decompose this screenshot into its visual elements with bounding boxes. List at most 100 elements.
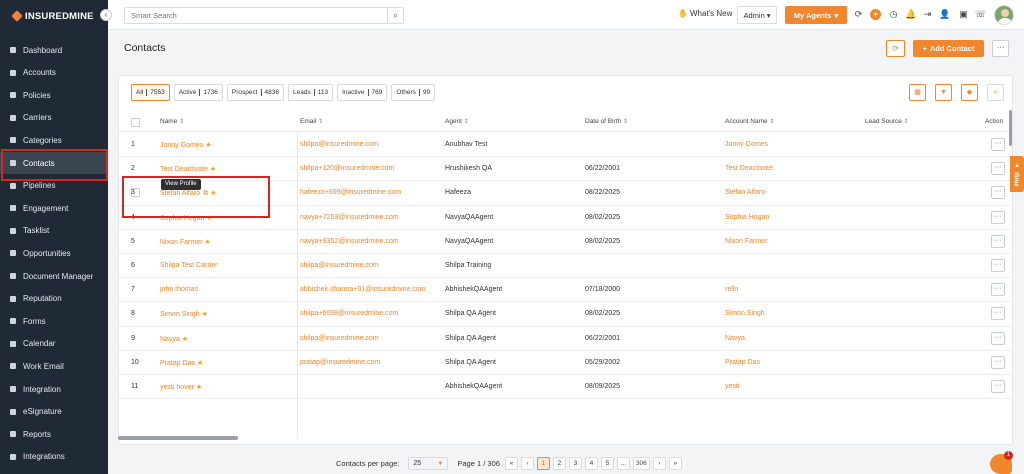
contact-name-link[interactable]: Nixon Farmer ★ — [160, 238, 211, 246]
sidebar-item-forms[interactable]: Forms — [0, 310, 108, 332]
sidebar-item-tasklist[interactable]: Tasklist — [0, 220, 108, 242]
table-row[interactable]: 10 Pratap Das ★ pratap@insuredmine.com Shilp… — [119, 351, 1012, 375]
sidebar-item-calendar[interactable]: Calendar — [0, 333, 108, 355]
page-button[interactable]: 2 — [552, 457, 566, 470]
sidebar-item-integrations[interactable]: Integrations — [0, 446, 108, 468]
email-link[interactable]: hafeeza+699@insuredmine.com — [300, 189, 401, 196]
vertical-scrollbar[interactable] — [1009, 110, 1012, 146]
star-icon[interactable]: ★ — [197, 360, 203, 367]
plus-circle-icon[interactable]: + — [870, 9, 881, 20]
row-action-button[interactable]: ··· — [991, 259, 1005, 273]
contact-name-link[interactable]: Pratap Das ★ — [160, 359, 203, 367]
refresh-button[interactable]: ⟳ — [886, 40, 905, 57]
col-agent[interactable]: Agent ⇕ — [445, 118, 469, 125]
page-button[interactable]: » — [668, 457, 682, 470]
table-row[interactable]: 3 Stefan Alfaro ⧉ ★ hafeeza+699@insuredmine.… — [119, 181, 1012, 206]
filter-chip-active[interactable]: Active 1736 — [173, 84, 223, 101]
table-row[interactable]: 5 Nixon Farmer ★ navya+9352@insuredmine.com… — [119, 230, 1012, 254]
email-link[interactable]: navya+7259@insuredmine.com — [300, 214, 399, 221]
collapse-sidebar-button[interactable]: ‹ — [100, 9, 112, 21]
account-name-link[interactable]: Navya — [725, 335, 745, 342]
chip-icon[interactable]: ▣ — [958, 9, 969, 20]
sidebar-item-accounts[interactable]: Accounts — [0, 62, 108, 84]
email-link[interactable]: shilpa+120@insuredmine.com — [300, 165, 394, 172]
sidebar-item-opportunities[interactable]: Opportunities — [0, 242, 108, 264]
sidebar-item-reputation[interactable]: Reputation — [0, 288, 108, 310]
person-icon[interactable]: 👤 — [939, 9, 950, 20]
sidebar-item-carriers[interactable]: Carriers — [0, 107, 108, 129]
sync-icon[interactable]: ⟳ — [853, 9, 864, 20]
sidebar-item-policies[interactable]: Policies — [0, 84, 108, 106]
row-action-button[interactable]: ··· — [991, 307, 1005, 321]
account-name-link[interactable]: Nixon Farmer — [725, 238, 767, 245]
logout-icon[interactable]: ⇥ — [922, 9, 933, 20]
columns-icon[interactable]: ▦ — [909, 84, 926, 101]
sidebar-item-reports[interactable]: Reports — [0, 423, 108, 445]
tag-icon[interactable]: ◆ — [961, 84, 978, 101]
star-icon[interactable]: ★ — [206, 215, 212, 222]
filter-icon[interactable]: ▼ — [935, 84, 952, 101]
account-name-link[interactable]: Sophia Hogan — [725, 214, 769, 221]
page-button[interactable]: 4 — [584, 457, 598, 470]
page-button[interactable]: « — [504, 457, 518, 470]
app-logo[interactable]: INSUREDMINE — [12, 9, 94, 23]
row-action-button[interactable]: ··· — [991, 331, 1005, 345]
page-button[interactable]: ‹ — [520, 457, 534, 470]
whats-new-link[interactable]: ✋ What's New — [678, 9, 732, 18]
row-action-button[interactable]: ··· — [991, 283, 1005, 297]
more-options-button[interactable]: ··· — [992, 40, 1009, 57]
filter-chip-prospect[interactable]: Prospect 4836 — [226, 84, 284, 101]
account-name-link[interactable]: Test Deactivate — [725, 165, 773, 172]
star-icon[interactable]: ★ — [196, 384, 202, 391]
star-icon[interactable]: ★ — [210, 190, 216, 197]
email-link[interactable]: shilpa+6698@insuredmine.com — [300, 310, 398, 317]
search-icon[interactable]: ⌕ — [987, 84, 1004, 101]
filter-chip-inactive[interactable]: Inactive 769 — [337, 84, 388, 101]
my-agents-button[interactable]: My Agents ▾ — [785, 6, 847, 24]
table-row[interactable]: 8 Simon Singh ★ shilpa+6698@insuredmine.com… — [119, 302, 1012, 327]
row-action-button[interactable]: ··· — [991, 380, 1005, 394]
page-button[interactable]: ... — [616, 457, 630, 470]
email-link[interactable]: abhishek.sharma+01@insuredmine.com — [300, 286, 426, 293]
table-row[interactable]: 7 john thomas abhishek.sharma+01@insuredmi… — [119, 278, 1012, 303]
filter-chip-all[interactable]: All 7553 — [131, 84, 170, 101]
contact-name-link[interactable]: yesti hover ★ — [160, 383, 202, 391]
star-icon[interactable]: ★ — [202, 311, 208, 318]
sidebar-item-contacts[interactable]: Contacts — [0, 149, 108, 181]
row-action-button[interactable]: ··· — [991, 355, 1005, 369]
filter-chip-others[interactable]: Others 99 — [391, 84, 436, 101]
table-row[interactable]: 11 yesti hover ★ AbhishekQAAgent 08/09/2025 y… — [119, 375, 1012, 400]
table-row[interactable]: 1 Jonny Gomes ★ shilpa@insuredmine.com Anubh… — [119, 133, 1012, 158]
row-action-button[interactable]: ··· — [991, 234, 1005, 248]
star-icon[interactable]: ★ — [204, 239, 210, 246]
user-avatar[interactable] — [994, 5, 1014, 25]
contact-name-link[interactable]: Sophia Hogan ★ — [160, 214, 213, 222]
col-lead-source[interactable]: Lead Source ⇕ — [865, 118, 909, 125]
row-action-button[interactable]: ··· — [991, 162, 1005, 176]
contact-name-link[interactable]: Test Deactivate ★ — [160, 165, 216, 173]
phone-icon[interactable]: ☏ — [975, 9, 986, 20]
external-link-icon[interactable]: ⧉ — [203, 190, 208, 197]
contact-name-link[interactable]: Jonny Gomes ★ — [160, 141, 211, 149]
sidebar-item-work-email[interactable]: Work Email — [0, 355, 108, 377]
account-name-link[interactable]: Stefan Alfaro — [725, 189, 765, 196]
contact-name-link[interactable]: john thomas — [160, 286, 198, 293]
sidebar-item-esignature[interactable]: eSignature — [0, 401, 108, 423]
page-button[interactable]: › — [652, 457, 666, 470]
account-name-link[interactable]: Pratap Das — [725, 359, 760, 366]
col-account-name[interactable]: Account Name ⇕ — [725, 118, 774, 125]
col-dob[interactable]: Date of Birth ⇕ — [585, 118, 628, 125]
email-link[interactable]: shilpa@insuredmine.com — [300, 335, 379, 342]
email-link[interactable]: shilpa@insuredmine.com — [300, 141, 379, 148]
table-row[interactable]: 6 Shilpa Test Carrier shilpa@insuredmine.c… — [119, 254, 1012, 279]
email-link[interactable]: pratap@insuredmine.com — [300, 359, 380, 366]
sidebar-item-document-manager[interactable]: Document Manager — [0, 265, 108, 287]
account-name-link[interactable]: rello — [725, 286, 738, 293]
search-icon[interactable]: ⌕ — [387, 8, 403, 23]
star-icon[interactable]: ★ — [182, 336, 188, 343]
account-name-link[interactable]: Simon Singh — [725, 310, 765, 317]
page-button[interactable]: 3 — [568, 457, 582, 470]
table-row[interactable]: 4 Sophia Hogan ★ navya+7259@insuredmine.com… — [119, 206, 1012, 230]
horizontal-scrollbar[interactable] — [118, 436, 238, 440]
account-name-link[interactable]: Jonny Gomes — [725, 141, 768, 148]
